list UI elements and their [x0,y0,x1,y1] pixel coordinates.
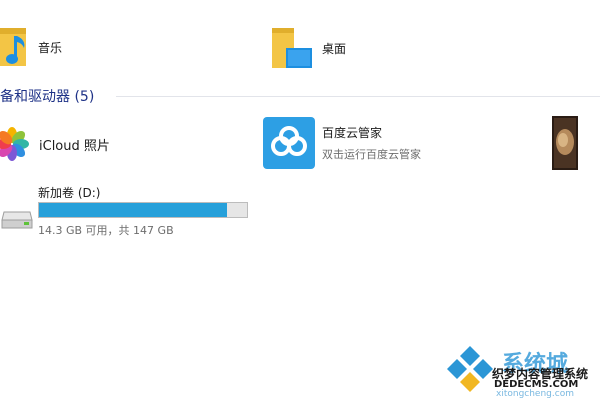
baidu-cloud-item[interactable]: 百度云管家 双击运行百度云管家 [262,116,482,172]
music-folder-item[interactable]: 音乐 [0,24,120,70]
watermark-domain: xitongcheng.com [496,389,574,399]
icloud-photos-label: iCloud 照片 [39,139,110,154]
icloud-photos-icon [0,127,29,161]
music-folder-label: 音乐 [38,41,63,55]
watermark-logo-icon [447,346,493,392]
hard-drive-icon [1,211,33,229]
baidu-cloud-label: 百度云管家 [322,126,383,140]
devices-section-header[interactable]: 备和驱动器 (5) [0,86,94,106]
music-folder-icon [0,28,26,66]
watermark: 系统城 织梦内容管理系统 DEDECMS.COM xitongcheng.com [446,340,600,400]
desktop-folder-icon [272,28,312,68]
icloud-photos-item[interactable]: iCloud 照片 [0,116,200,172]
desktop-folder-label: 桌面 [322,42,347,56]
drive-d-usage-fill [39,203,227,217]
baidu-cloud-subtitle: 双击运行百度云管家 [322,148,421,161]
drive-d-usage-bar [38,202,248,218]
media-thumbnail-icon [552,116,578,170]
desktop-folder-item[interactable]: 桌面 [270,24,390,72]
drive-d-free-space: 14.3 GB 可用，共 147 GB [38,224,174,237]
media-thumbnail-item[interactable] [552,116,578,170]
drive-d-label: 新加卷 (D:) [38,186,101,200]
section-divider [116,96,600,97]
baidu-cloud-icon [263,117,315,169]
